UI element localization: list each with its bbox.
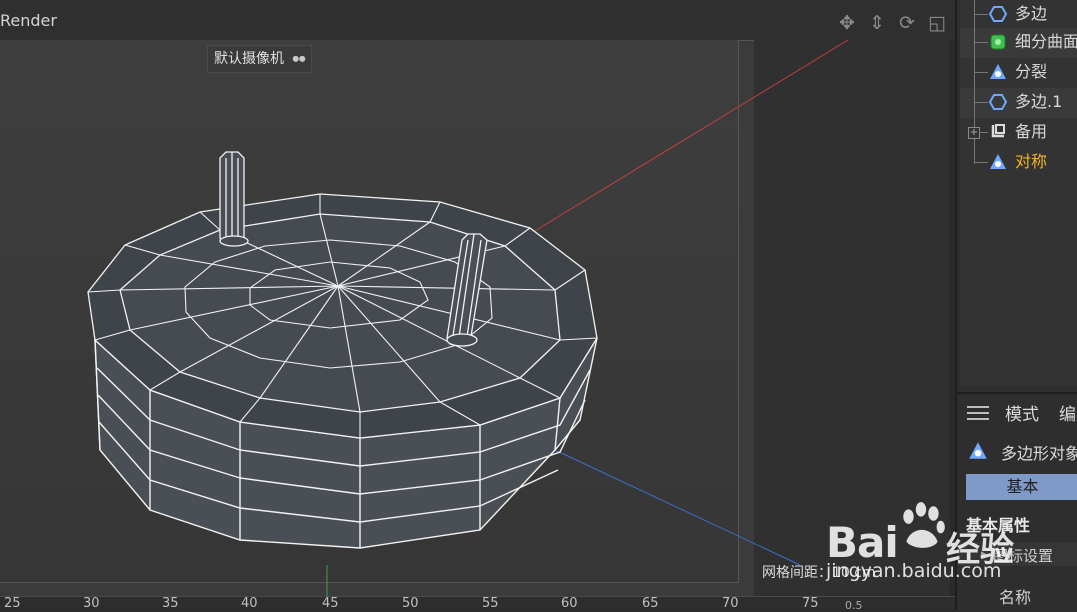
polygon-object-icon [969, 442, 987, 459]
section-title: 基本属性 [966, 516, 1031, 535]
expand-toggle-icon[interactable]: + [968, 127, 980, 139]
ruler-tick: 55 [482, 596, 499, 610]
tree-item-split[interactable]: 分裂 [960, 58, 1077, 88]
basic-tab-button[interactable]: 基本 [966, 474, 1077, 500]
menu-icon[interactable] [967, 406, 989, 424]
ruler-tick: 50 [402, 596, 419, 610]
ruler-tick: 30 [83, 596, 100, 610]
null-object-icon [991, 124, 1005, 138]
x-axis-line [519, 39, 849, 241]
split-icon [990, 64, 1006, 79]
timeline-ruler[interactable]: 25 30 35 40 45 50 55 60 65 70 75 0.5 [0, 596, 955, 610]
polygon-icon [988, 94, 1008, 110]
scene-geometry [87, 39, 849, 600]
object-type-row: 多边形对象 [957, 436, 1077, 466]
ruler-tick: 65 [642, 596, 659, 610]
ruler-tick: 75 [802, 596, 819, 610]
attributes-panel: 模式 编 多边形对象 基本 基本属性 ▸ 图标设置 名称 [957, 392, 1077, 612]
camera-icon: ⏺⏺ [292, 52, 306, 67]
tab-edit[interactable]: 编 [1059, 400, 1076, 425]
polygon-icon [988, 6, 1008, 22]
tree-item-symmetry[interactable]: 对称 [960, 148, 1077, 178]
z-axis-line [554, 449, 801, 566]
name-field-label: 名称 [999, 588, 1032, 607]
right-panel: 多边 细分曲面 分裂 多边.1 + 备用 对称 模式 编 多边形对象 基本 基本… [955, 0, 1077, 612]
object-manager-tree: 多边 细分曲面 分裂 多边.1 + 备用 对称 [960, 0, 1077, 386]
camera-label[interactable]: 默认摄像机 ⏺⏺ [207, 45, 313, 73]
tree-item-null[interactable]: + 备用 [960, 118, 1077, 148]
subdivision-surface-icon [990, 34, 1006, 50]
tree-item-polygon[interactable]: 多边 [960, 0, 1077, 30]
symmetry-icon [990, 154, 1006, 169]
ruler-tick: 35 [162, 596, 179, 610]
ruler-tick: 45 [322, 596, 339, 610]
tree-item-polygon-1[interactable]: 多边.1 [960, 88, 1077, 118]
ruler-tick: 70 [722, 596, 739, 610]
ruler-tick: 25 [4, 596, 21, 610]
ruler-value[interactable]: 0.5 [845, 599, 863, 610]
pin-left [219, 151, 249, 247]
ruler-tick: 40 [241, 596, 258, 610]
icon-settings-row[interactable]: ▸ 图标设置 [957, 542, 1077, 566]
collapse-arrow-icon: ▸ [981, 547, 987, 560]
tree-item-subdivision[interactable]: 细分曲面 [960, 28, 1077, 58]
ruler-tick: 60 [561, 596, 578, 610]
tab-mode[interactable]: 模式 [1005, 400, 1039, 425]
3d-viewport[interactable]: Render ✥ ⇕ ⟳ ◱ 默认摄像机 ⏺⏺ 网格间距：10 cm 25 30… [0, 0, 955, 610]
grid-spacing-info: 网格间距：10 cm [762, 565, 876, 581]
